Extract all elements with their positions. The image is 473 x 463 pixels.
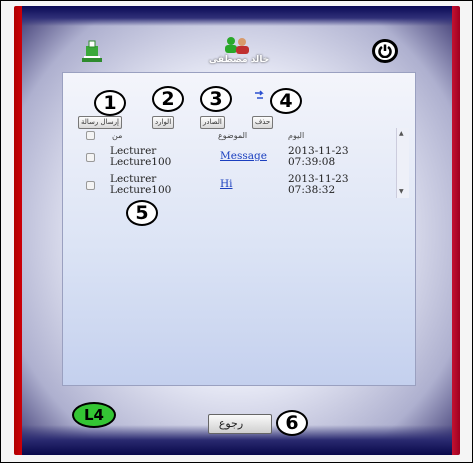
user-name-label: خالد مصطفى [208, 55, 270, 65]
callout-3: 3 [200, 86, 232, 112]
column-header-from: من [112, 131, 123, 140]
level-badge: L4 [72, 402, 116, 428]
tab-outbox[interactable]: الصادر [200, 116, 225, 129]
subject-link[interactable]: Hi [220, 178, 233, 190]
date-cell: 2013-11-23 07:38:32 [288, 174, 349, 196]
scrollbar[interactable]: ▲ ▼ [396, 128, 409, 198]
table-row[interactable]: Lecturer Lecture100 Message 2013-11-23 0… [78, 146, 394, 172]
power-button[interactable] [372, 39, 398, 63]
callout-4: 4 [270, 88, 302, 114]
callout-6: 6 [276, 410, 308, 436]
time-value: 07:39:08 [288, 156, 336, 168]
back-button[interactable]: رجوع [208, 414, 272, 434]
select-all-checkbox[interactable] [86, 131, 95, 140]
users-icon [222, 36, 252, 54]
row-checkbox[interactable] [86, 153, 95, 162]
scroll-up-icon[interactable]: ▲ [399, 130, 404, 138]
blue-hint-icon [254, 90, 266, 104]
table-row[interactable]: Lecturer Lecture100 Hi 2013-11-23 07:38:… [78, 174, 394, 200]
tab-delete[interactable]: حذف [252, 116, 274, 129]
sender-cell: Lecturer Lecture100 [110, 174, 171, 196]
callout-1: 1 [94, 90, 126, 116]
tab-send-message[interactable]: إرسال رسالة [78, 116, 122, 129]
time-value: 07:38:32 [288, 184, 336, 196]
subject-link[interactable]: Message [220, 150, 267, 162]
university-logo-icon [80, 38, 104, 64]
sender-cell: Lecturer Lecture100 [110, 146, 171, 168]
device-top-border [22, 6, 452, 26]
row-checkbox[interactable] [86, 181, 95, 190]
tab-inbox[interactable]: الوارد [152, 116, 175, 129]
column-header-day: اليوم [288, 131, 305, 140]
callout-5: 5 [126, 200, 158, 226]
power-icon [378, 44, 392, 58]
sender-id: Lecture100 [110, 184, 172, 196]
sender-id: Lecture100 [110, 156, 172, 168]
column-header-subject: الموضوع [218, 131, 248, 140]
scroll-down-icon[interactable]: ▼ [399, 188, 404, 196]
callout-2: 2 [152, 86, 184, 112]
date-cell: 2013-11-23 07:39:08 [288, 146, 349, 168]
